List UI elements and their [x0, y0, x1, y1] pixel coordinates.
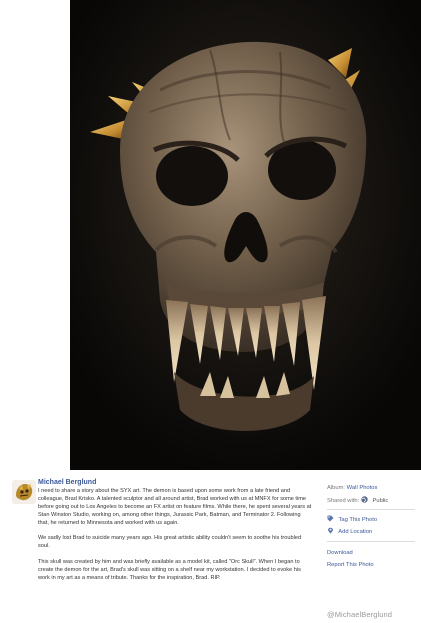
location-pin-icon: [327, 527, 334, 534]
download-link[interactable]: Download: [327, 550, 353, 556]
globe-icon: [361, 496, 368, 503]
privacy-value[interactable]: Public: [372, 498, 388, 504]
shared-row: Shared with: Public: [327, 496, 388, 504]
add-location-link[interactable]: Add Location: [338, 529, 372, 535]
author-name[interactable]: Michael Berglund: [38, 479, 96, 486]
report-photo-link[interactable]: Report This Photo: [327, 562, 374, 568]
divider: [327, 509, 415, 510]
photo-viewer[interactable]: [70, 0, 421, 470]
tag-photo-link[interactable]: Tag This Photo: [339, 517, 378, 523]
download-row[interactable]: Download: [327, 550, 353, 556]
album-row: Album: Wall Photos: [327, 485, 377, 491]
post-text: I need to share a story about the SYX ar…: [38, 488, 313, 590]
report-row[interactable]: Report This Photo: [327, 562, 374, 568]
watermark: @MichaelBerglund: [327, 610, 393, 619]
album-label: Album:: [327, 485, 346, 491]
skull-photo: [70, 0, 421, 470]
post-paragraph: I need to share a story about the SYX ar…: [38, 488, 312, 526]
shared-label: Shared with:: [327, 498, 360, 504]
tag-photo-row[interactable]: Tag This Photo: [327, 515, 377, 523]
post-paragraph: We sadly lost Brad to suicide many years…: [38, 535, 302, 550]
add-location-row[interactable]: Add Location: [327, 527, 372, 535]
tag-icon: [327, 515, 334, 522]
avatar[interactable]: [12, 480, 36, 504]
divider: [327, 541, 415, 542]
post-paragraph: This skull was created by him and was br…: [38, 558, 301, 581]
album-link[interactable]: Wall Photos: [347, 485, 378, 491]
